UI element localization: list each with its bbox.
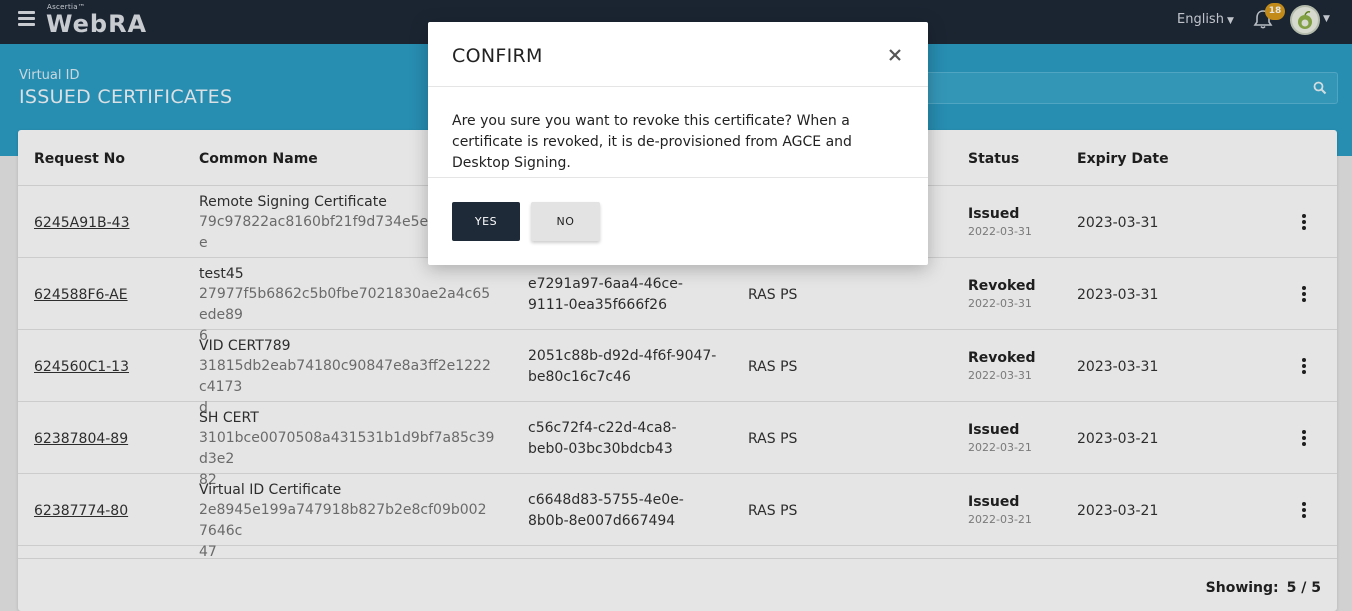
confirm-dialog: CONFIRM Are you sure you want to revoke …	[428, 22, 928, 265]
dialog-title: CONFIRM	[452, 45, 543, 67]
dialog-header: CONFIRM	[428, 22, 928, 87]
dialog-message: Are you sure you want to revoke this cer…	[452, 113, 852, 171]
dialog-divider	[428, 177, 928, 178]
no-button[interactable]: NO	[531, 202, 600, 241]
yes-button[interactable]: YES	[452, 202, 520, 241]
close-icon[interactable]	[888, 48, 902, 62]
